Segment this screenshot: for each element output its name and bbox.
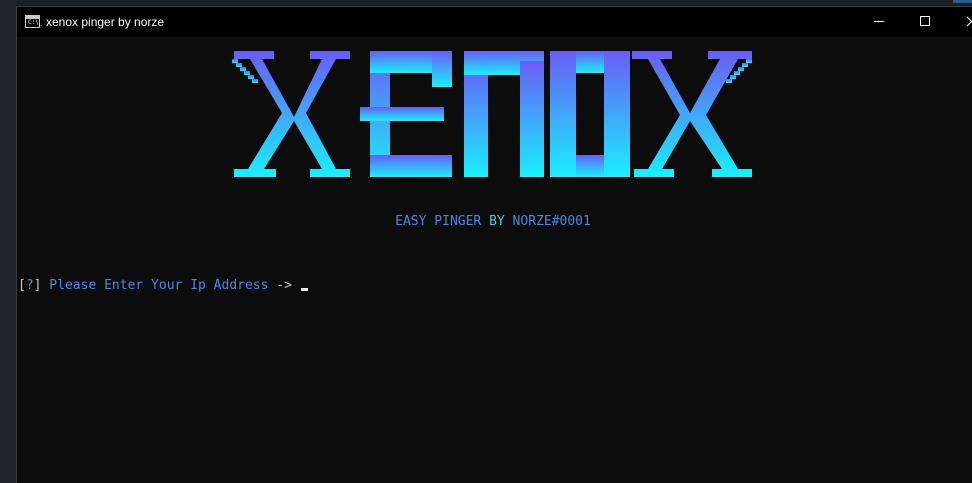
console-icon-glyph: C:\_: [28, 19, 43, 26]
logo-pixel-step: [248, 75, 254, 79]
logo-pixel-step: [244, 71, 250, 75]
ip-prompt-line[interactable]: [?] Please Enter Your Ip Address ->: [18, 278, 308, 294]
prompt-question-mark: ?: [25, 278, 34, 293]
logo-pixel-step: [734, 71, 740, 75]
prompt-arrow: ->: [276, 278, 292, 293]
console-app-icon[interactable]: C:\_: [25, 15, 43, 28]
title-bar[interactable]: C:\_ xenox pinger by norze: [17, 7, 972, 37]
logo-letter-x2: [632, 51, 752, 177]
logo-pixel-step: [742, 63, 748, 67]
logo-pixel-step: [730, 75, 736, 79]
logo-pixel-step: [240, 67, 246, 71]
prompt-open-bracket: [: [18, 278, 26, 293]
subtitle-easy-pinger: EASY PINGER: [395, 214, 490, 229]
desktop-background: [0, 0, 16, 483]
close-button[interactable]: [948, 7, 972, 37]
console-window: C:\_ xenox pinger by norze EASY PINGER B…: [16, 6, 972, 483]
prompt-text: Please Enter Your Ip Address: [41, 278, 277, 293]
logo-pixel-step: [236, 63, 242, 67]
text-cursor: [300, 288, 308, 291]
minimize-icon: [874, 21, 884, 22]
xenox-ascii-logo: [232, 51, 752, 177]
logo-letter-e-middle: [360, 107, 444, 121]
logo-letter-e-top-hook: [432, 51, 452, 87]
logo-letter-o-right: [604, 51, 630, 177]
subtitle-author: NORZE#0001: [504, 214, 591, 229]
logo-letter-x1: [234, 51, 350, 177]
logo-letter-n-left: [464, 61, 488, 177]
logo-pixel-step: [252, 79, 258, 83]
subtitle-banner: EASY PINGER BY NORZE#0001: [17, 214, 969, 230]
minimize-button[interactable]: [856, 7, 902, 37]
maximize-icon: [920, 16, 930, 26]
logo-letter-o-left: [550, 51, 576, 177]
desktop-accent: [953, 0, 972, 3]
logo-letter-n-right: [520, 61, 544, 177]
subtitle-by: BY: [489, 214, 505, 229]
console-output[interactable]: EASY PINGER BY NORZE#0001 [?] Please Ent…: [17, 37, 972, 483]
logo-pixel-step: [726, 79, 732, 83]
maximize-button[interactable]: [902, 7, 948, 37]
logo-pixel-step: [232, 59, 238, 63]
logo-letter-e-bottom: [370, 155, 452, 177]
close-icon: [966, 16, 972, 27]
logo-pixel-step: [746, 59, 752, 63]
window-title: xenox pinger by norze: [46, 15, 165, 29]
logo-pixel-step: [738, 67, 744, 71]
